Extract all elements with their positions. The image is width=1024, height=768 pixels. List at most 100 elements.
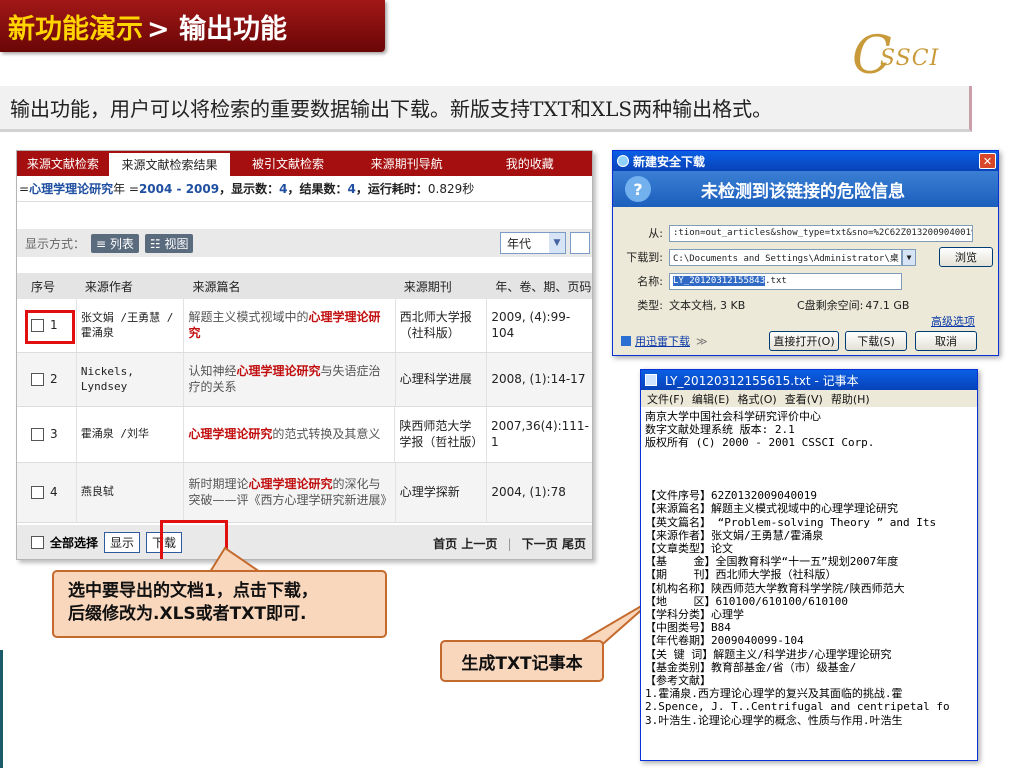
search-result-panel: 来源文献检索 来源文献检索结果 被引文献检索 来源期刊导航 我的收藏 = 心理学… bbox=[16, 150, 593, 560]
menu-view[interactable]: 查看(V) bbox=[785, 391, 823, 407]
notepad-line: 【机构名称】陕西师范大学教育科学学院/陕西师范大 bbox=[645, 581, 905, 595]
notepad-line: 2.Spence, J. T..Centrifugal and centripe… bbox=[645, 700, 950, 714]
query-year-label: 年 = bbox=[113, 182, 139, 196]
query-year-range: 2004 - 2009 bbox=[138, 181, 220, 196]
notepad-line: 【基金类别】教育部基金/省（市）级基金/ bbox=[645, 660, 857, 674]
slide-title-main: 新功能演示 bbox=[8, 13, 143, 45]
filename-selected: LY_20120312155843 bbox=[673, 276, 766, 286]
download-save-button[interactable]: 下载(S) bbox=[845, 331, 907, 351]
notepad-line: 【地 区】610100/610100/610100 bbox=[645, 594, 848, 608]
question-icon: ? bbox=[625, 176, 651, 202]
query-summary: = 心理学理论研究 年 = 2004 - 2009 ， 显示数： 4 ， 结果数… bbox=[17, 176, 592, 202]
query-time-value: 0.829秒 bbox=[427, 182, 475, 196]
row-title[interactable]: 解题主义模式视域中的心理学理论研究 bbox=[184, 299, 396, 352]
download-icon bbox=[617, 155, 629, 167]
row-number: 3 bbox=[50, 426, 58, 441]
notepad-line bbox=[645, 450, 973, 463]
row-checkbox[interactable] bbox=[31, 486, 44, 499]
col-year: 年、卷、期、页码 bbox=[495, 279, 592, 294]
menu-format[interactable]: 格式(O) bbox=[737, 391, 776, 407]
title-text: 认知神经 bbox=[188, 363, 237, 378]
view-mode-button[interactable]: ☷ 视图 bbox=[144, 233, 194, 253]
row-select-cell[interactable]: 3 bbox=[17, 407, 77, 462]
row-author: 燕良轼 bbox=[77, 463, 185, 522]
notepad-line: 【来源篇名】解题主义模式视域中的心理学理论研究 bbox=[645, 502, 898, 516]
row-number: 4 bbox=[50, 484, 58, 499]
to-label: 下载到: bbox=[626, 251, 663, 264]
open-directly-button[interactable]: 直接打开(O) bbox=[769, 331, 839, 351]
col-source: 来源期刊 bbox=[403, 279, 452, 294]
chevron-down-icon[interactable]: ▼ bbox=[902, 248, 916, 266]
notepad-menubar: 文件(F) 编辑(E) 格式(O) 查看(V) 帮助(H) bbox=[641, 390, 977, 407]
export-tip-line1: 选中要导出的文档1，点击下载， bbox=[68, 581, 318, 601]
row-checkbox[interactable] bbox=[31, 428, 44, 441]
query-sep: ， bbox=[219, 182, 232, 196]
notepad-line: 【来源作者】张文娟/王勇慧/霍涌泉 bbox=[645, 528, 824, 542]
pager-prev[interactable]: 上一页 bbox=[461, 537, 497, 551]
notepad-titlebar[interactable]: LY_20120312155615.txt - 记事本 bbox=[641, 370, 977, 390]
row-source: 陕西师范大学学报（哲社版） bbox=[395, 407, 487, 462]
row-title[interactable]: 心理学理论研究的范式转换及其意义 bbox=[184, 407, 396, 462]
dialog-titlebar[interactable]: 新建安全下载 bbox=[613, 151, 998, 171]
tab-journal-nav[interactable]: 来源期刊导航 bbox=[346, 151, 468, 176]
thunder-link-group: 用迅雷下载 ≫ bbox=[621, 333, 708, 349]
thunder-expand-icon[interactable]: ≫ bbox=[696, 335, 708, 348]
pager-divider: | bbox=[507, 537, 512, 551]
pager-last[interactable]: 尾页 bbox=[562, 537, 586, 551]
save-path-field[interactable]: C:\Documents and Settings\Administrator\… bbox=[669, 248, 902, 266]
query-prefix: = bbox=[19, 181, 30, 196]
from-url-field[interactable]: :tion=out_articles&show_type=txt&sno=%2C… bbox=[669, 224, 973, 242]
title-keyword: 心理学理论研究 bbox=[188, 426, 273, 441]
row-checkbox[interactable] bbox=[31, 373, 44, 386]
show-button[interactable]: 显示 bbox=[104, 531, 141, 553]
row-select-cell[interactable]: 2 bbox=[17, 353, 77, 406]
query-result-label: 结果数： bbox=[299, 182, 348, 196]
row-author: 霍涌泉 /刘华 bbox=[77, 407, 185, 462]
table-row[interactable]: 4 燕良轼 新时期理论心理学理论研究的深化与突破——评《西方心理学研究新进展》 … bbox=[17, 463, 592, 523]
browse-button[interactable]: 浏览 bbox=[939, 247, 993, 267]
pager-first[interactable]: 首页 bbox=[433, 537, 457, 551]
notepad-window: LY_20120312155615.txt - 记事本 文件(F) 编辑(E) … bbox=[640, 369, 978, 761]
cancel-button[interactable]: 取消 bbox=[915, 331, 977, 351]
select-all-label[interactable]: 全部选择 bbox=[50, 534, 98, 551]
notepad-line: 【文件序号】62Z0132009040019 bbox=[645, 489, 817, 503]
close-icon[interactable]: ✕ bbox=[979, 153, 996, 169]
row-title[interactable]: 认知神经心理学理论研究与失语症治疗的关系 bbox=[184, 353, 396, 406]
row-select-cell[interactable]: 4 bbox=[17, 463, 77, 522]
menu-edit[interactable]: 编辑(E) bbox=[692, 391, 730, 407]
year-sort-select[interactable]: 年代 ▼ bbox=[500, 232, 566, 254]
tab-source-results[interactable]: 来源文献检索结果 bbox=[108, 151, 231, 176]
pager: 首页 上一页 | 下一页 尾页 bbox=[433, 535, 586, 552]
pager-next[interactable]: 下一页 bbox=[522, 537, 558, 551]
notepad-line: 【年代卷期】2009040099-104 bbox=[645, 634, 804, 648]
filename-extension: .txt bbox=[765, 276, 787, 286]
filename-field[interactable]: LY_20120312155843 .txt bbox=[669, 272, 902, 290]
cssci-logo: C SSCI bbox=[852, 30, 952, 86]
thunder-download-link[interactable]: 用迅雷下载 bbox=[635, 333, 690, 349]
slide-title-sub: > 输出功能 bbox=[147, 13, 288, 45]
notepad-line: 【期 刊】西北师大学报（社科版） bbox=[645, 568, 837, 582]
table-header: 序号 来源作者 来源篇名 来源期刊 年、卷、期、页码 bbox=[17, 273, 592, 299]
menu-help[interactable]: 帮助(H) bbox=[831, 391, 870, 407]
title-text: 解题主义模式视域中的 bbox=[188, 309, 309, 324]
notepad-line: 【英文篇名】 “Problem-solving Theory ” and Its bbox=[645, 515, 937, 529]
from-row: 从: :tion=out_articles&show_type=txt&sno=… bbox=[613, 223, 973, 243]
table-row[interactable]: 1 张文娟 /王勇慧 /霍涌泉 解题主义模式视域中的心理学理论研究 西北师大学报… bbox=[17, 299, 592, 353]
select-all-checkbox[interactable] bbox=[31, 535, 44, 549]
advanced-options-link[interactable]: 高级选项 bbox=[931, 313, 975, 329]
row-title[interactable]: 新时期理论心理学理论研究的深化与突破——评《西方心理学研究新进展》 bbox=[184, 463, 396, 522]
query-shown-value: 4 bbox=[279, 181, 288, 196]
menu-file[interactable]: 文件(F) bbox=[647, 391, 684, 407]
row-author: 张文娟 /王勇慧 /霍涌泉 bbox=[77, 299, 185, 352]
slide-accent-line bbox=[0, 650, 3, 768]
tab-cited-search[interactable]: 被引文献检索 bbox=[230, 151, 346, 176]
tab-source-search[interactable]: 来源文献检索 bbox=[17, 151, 109, 176]
table-row[interactable]: 2 Nickels, Lyndsey 认知神经心理学理论研究与失语症治疗的关系 … bbox=[17, 353, 592, 407]
notepad-text-area[interactable]: 南京大学中国社会科学研究评价中心 数字文献处理系统 版本: 2.1 版权所有 (C)… bbox=[641, 407, 977, 730]
table-row[interactable]: 3 霍涌泉 /刘华 心理学理论研究的范式转换及其意义 陕西师范大学学报（哲社版）… bbox=[17, 407, 592, 463]
query-result-value: 4 bbox=[347, 181, 356, 196]
list-mode-button[interactable]: ≡ 列表 bbox=[91, 233, 139, 253]
display-label: 显示方式： bbox=[25, 236, 86, 251]
secondary-select[interactable] bbox=[570, 232, 590, 254]
tab-favorites[interactable]: 我的收藏 bbox=[467, 151, 592, 176]
